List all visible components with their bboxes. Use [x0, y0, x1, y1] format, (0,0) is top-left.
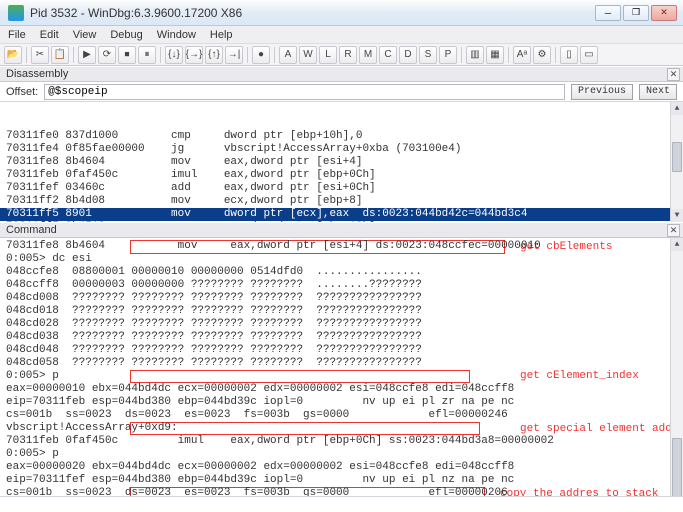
window-buttons: ─ ❐ ✕ — [593, 5, 677, 21]
tool-cut-icon[interactable]: ✂ — [31, 46, 49, 64]
dasm-line[interactable]: 70311ff2 8b4d08 mov ecx,dword ptr [ebp+8… — [0, 195, 683, 208]
command-scrollbar[interactable]: ▲ ▼ — [670, 238, 683, 512]
command-header: Command ✕ — [0, 222, 683, 238]
tool-scratch-icon[interactable]: S — [419, 46, 437, 64]
menu-view[interactable]: View — [71, 28, 99, 42]
tool-step-into-icon[interactable]: {↓} — [165, 46, 183, 64]
maximize-button[interactable]: ❐ — [623, 5, 649, 21]
tool-registers-icon[interactable]: R — [339, 46, 357, 64]
dasm-line[interactable]: 70311ff5 8901 mov dword ptr [ecx],eax ds… — [0, 208, 683, 221]
command-view[interactable]: get cbElements get cElement_index get sp… — [0, 238, 683, 512]
offset-input[interactable] — [44, 84, 565, 100]
tool-src-icon[interactable]: ▥ — [466, 46, 484, 64]
command-close-icon[interactable]: ✕ — [667, 224, 680, 237]
app-icon — [8, 5, 24, 21]
tool-stop-icon[interactable]: ⏹ — [118, 46, 136, 64]
menu-debug[interactable]: Debug — [108, 28, 144, 42]
tool-watch-icon[interactable]: W — [299, 46, 317, 64]
scroll-down-icon[interactable]: ▼ — [671, 209, 683, 222]
offset-label: Offset: — [6, 86, 38, 98]
cmd-line: 70311fe8 8b4604 mov eax,dword ptr [esi+4… — [0, 240, 670, 253]
tool-locals-icon[interactable]: L — [319, 46, 337, 64]
tool-restart-icon[interactable]: ⟳ — [98, 46, 116, 64]
close-button[interactable]: ✕ — [651, 5, 677, 21]
cmd-line: 048cd018 ???????? ???????? ???????? ????… — [0, 305, 670, 318]
offset-row: Offset: Previous Next — [0, 82, 683, 102]
tool-copy-icon[interactable]: 📋 — [51, 46, 69, 64]
cmd-line: 048ccff8 00000003 00000000 ???????? ????… — [0, 279, 670, 292]
dasm-line[interactable]: 70311fe4 0f85fae00000 jg vbscript!Access… — [0, 143, 683, 156]
tool-go-icon[interactable]: ▶ — [78, 46, 96, 64]
scroll-thumb[interactable] — [672, 142, 682, 172]
dasm-line[interactable]: 70311fe0 837d1000 cmp dword ptr [ebp+10h… — [0, 130, 683, 143]
tool-srcpath-icon[interactable]: ▦ — [486, 46, 504, 64]
tool-cmd-icon[interactable]: A — [279, 46, 297, 64]
tool-proc-icon[interactable]: P — [439, 46, 457, 64]
cmd-line: vbscript!AccessArray+0xd9: — [0, 422, 670, 435]
dasm-line[interactable]: 70311fef 03460c add eax,dword ptr [esi+0… — [0, 182, 683, 195]
cmd-line: 048cd058 ???????? ???????? ???????? ????… — [0, 357, 670, 370]
cmd-line: 048ccfe8 08800001 00000010 00000000 0514… — [0, 266, 670, 279]
menu-help[interactable]: Help — [208, 28, 235, 42]
disassembly-scrollbar[interactable]: ▲ ▼ — [670, 102, 683, 222]
scroll-up-icon[interactable]: ▲ — [671, 238, 683, 251]
tool-font-icon[interactable]: Aᵃ — [513, 46, 531, 64]
menu-file[interactable]: File — [6, 28, 28, 42]
cmd-line: 0:005> p — [0, 448, 670, 461]
tool-run-to-icon[interactable]: →| — [225, 46, 243, 64]
tool-disasm-icon[interactable]: D — [399, 46, 417, 64]
scroll-thumb[interactable] — [672, 438, 682, 498]
cmd-line: 048cd008 ???????? ???????? ???????? ????… — [0, 292, 670, 305]
cmd-line: 048cd028 ???????? ???????? ???????? ????… — [0, 318, 670, 331]
tool-window-tile-icon[interactable]: ▯ — [560, 46, 578, 64]
tool-break-icon[interactable]: ⏸ — [138, 46, 156, 64]
cmd-line: eip=70311fef esp=044bd380 ebp=044bd39c i… — [0, 474, 670, 487]
menu-bar: File Edit View Debug Window Help — [0, 26, 683, 44]
tool-step-out-icon[interactable]: {↑} — [205, 46, 223, 64]
menu-edit[interactable]: Edit — [38, 28, 61, 42]
cmd-line: eax=00000020 ebx=044bd4dc ecx=00000002 e… — [0, 461, 670, 474]
dasm-line[interactable]: 70311feb 0faf450c imul eax,dword ptr [eb… — [0, 169, 683, 182]
cmd-line: 0:005> dc esi — [0, 253, 670, 266]
disassembly-title: Disassembly — [6, 68, 68, 80]
cmd-line: 0:005> p — [0, 370, 670, 383]
tool-step-over-icon[interactable]: {→} — [185, 46, 203, 64]
disassembly-close-icon[interactable]: ✕ — [667, 68, 680, 81]
previous-button[interactable]: Previous — [571, 84, 633, 100]
command-title: Command — [6, 224, 57, 236]
minimize-button[interactable]: ─ — [595, 5, 621, 21]
cmd-line: eip=70311feb esp=044bd380 ebp=044bd39c i… — [0, 396, 670, 409]
next-button[interactable]: Next — [639, 84, 677, 100]
cmd-line: eax=00000010 ebx=044bd4dc ecx=00000002 e… — [0, 383, 670, 396]
tool-open-icon[interactable]: 📂 — [4, 46, 22, 64]
tool-window-cascade-icon[interactable]: ▭ — [580, 46, 598, 64]
title-bar: Pid 3532 - WinDbg:6.3.9600.17200 X86 ─ ❐… — [0, 0, 683, 26]
cmd-line: 048cd038 ???????? ???????? ???????? ????… — [0, 331, 670, 344]
scroll-up-icon[interactable]: ▲ — [671, 102, 683, 115]
command-prompt[interactable] — [0, 496, 683, 512]
dasm-line[interactable]: 70311fe8 8b4604 mov eax,dword ptr [esi+4… — [0, 156, 683, 169]
menu-window[interactable]: Window — [155, 28, 198, 42]
tool-bp-icon[interactable]: ● — [252, 46, 270, 64]
disassembly-header: Disassembly ✕ — [0, 66, 683, 82]
tool-options-icon[interactable]: ⚙ — [533, 46, 551, 64]
window-title: Pid 3532 - WinDbg:6.3.9600.17200 X86 — [30, 6, 593, 20]
tool-calls-icon[interactable]: C — [379, 46, 397, 64]
tool-memory-icon[interactable]: M — [359, 46, 377, 64]
cmd-line: 048cd048 ???????? ???????? ???????? ????… — [0, 344, 670, 357]
toolbar: 📂 ✂ 📋 ▶ ⟳ ⏹ ⏸ {↓} {→} {↑} →| ● A W L R M… — [0, 44, 683, 66]
cmd-line: cs=001b ss=0023 ds=0023 es=0023 fs=003b … — [0, 409, 670, 422]
disassembly-view[interactable]: 70311fe0 837d1000 cmp dword ptr [ebp+10h… — [0, 102, 683, 222]
cmd-line: 70311feb 0faf450c imul eax,dword ptr [eb… — [0, 435, 670, 448]
